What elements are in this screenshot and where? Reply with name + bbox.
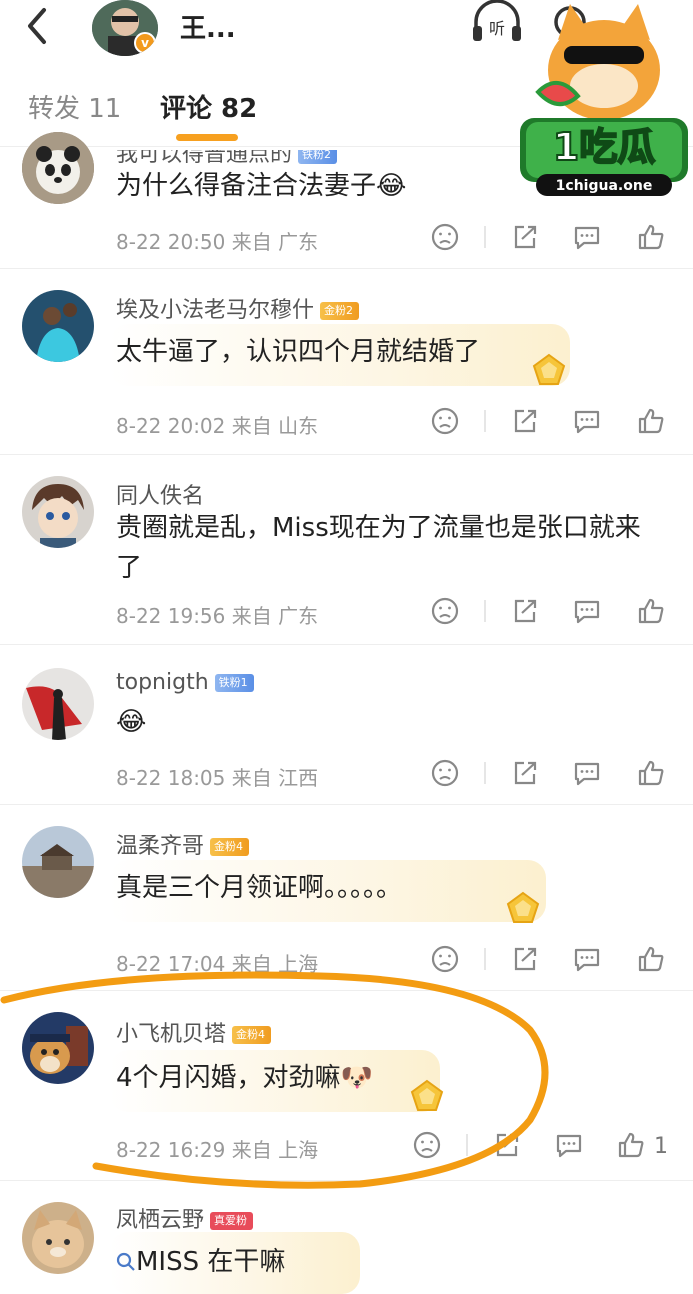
reply-icon[interactable] — [572, 222, 602, 252]
gem-icon — [506, 891, 540, 923]
listen-button[interactable]: 听 — [470, 0, 524, 44]
tab-comment[interactable]: 评论 82 — [160, 88, 257, 125]
fan-badge: 铁粉1 — [214, 674, 254, 692]
divider — [484, 410, 486, 432]
tab-repost[interactable]: 转发 11 — [28, 88, 121, 125]
reply-icon[interactable] — [572, 944, 602, 974]
share-icon[interactable] — [492, 1130, 522, 1160]
commenter-avatar[interactable] — [22, 826, 94, 898]
comment-item: 埃及小法老马尔穆什 金粉2 太牛逼了，认识四个月就结婚了 8-22 20:02 来… — [0, 268, 693, 455]
comment-item: topnigth 铁粉1 😂 8-22 18:05 来自 江西 — [0, 644, 693, 805]
anime-avatar-image — [22, 476, 94, 548]
comment-text: 贵圈就是乱，Miss现在为了流量也是张口就来了 — [116, 513, 641, 583]
gem-icon — [532, 353, 566, 385]
fan-badge: 真爱粉 — [210, 1212, 254, 1230]
chevron-left-icon — [28, 8, 46, 44]
commenter-name[interactable]: 温柔齐哥 金粉4 — [116, 828, 250, 860]
like-count: 1 — [654, 1134, 668, 1159]
comment-text: 太牛逼了，认识四个月就结婚了 — [116, 337, 481, 367]
like-icon[interactable] — [636, 596, 666, 626]
mascot-logo: 1吃瓜 1chigua.one — [520, 4, 688, 196]
figure-avatar-image — [22, 668, 94, 740]
commenter-name[interactable]: 同人佚名 — [116, 478, 204, 510]
dog-avatar-image — [22, 1012, 94, 1084]
commenter-name[interactable]: 小飞机贝塔 金粉4 — [116, 1016, 272, 1048]
comment-meta: 8-22 16:29 来自 上海 — [116, 1138, 319, 1162]
commenter-avatar[interactable] — [22, 132, 94, 204]
dislike-icon[interactable] — [412, 1130, 442, 1160]
comment-item: 温柔齐哥 金粉4 真是三个月领证啊。。。。。 8-22 17:04 来自 上海 — [0, 804, 693, 991]
author-name[interactable]: 王... — [180, 8, 236, 45]
like-icon[interactable] — [636, 758, 666, 788]
comment-text: MISS 在干嘛 — [136, 1247, 286, 1277]
commenter-name[interactable]: 凤栖云野 真爱粉 — [116, 1202, 254, 1234]
reply-icon[interactable] — [572, 596, 602, 626]
search-link[interactable]: MISS 在干嘛 — [116, 1242, 285, 1282]
comment-meta: 8-22 20:02 来自 山东 — [116, 414, 319, 438]
dislike-icon[interactable] — [430, 944, 460, 974]
reply-icon[interactable] — [572, 406, 602, 436]
dislike-icon[interactable] — [430, 406, 460, 436]
commenter-avatar[interactable] — [22, 476, 94, 548]
comment-meta: 8-22 19:56 来自 广东 — [116, 604, 319, 628]
share-icon[interactable] — [510, 758, 540, 788]
dislike-icon[interactable] — [430, 222, 460, 252]
commenter-avatar[interactable] — [22, 1012, 94, 1084]
comment-text: 真是三个月领证啊。。。。。 — [116, 873, 403, 903]
listen-label: 听 — [489, 19, 505, 38]
reply-icon[interactable] — [572, 758, 602, 788]
like-icon[interactable] — [636, 944, 666, 974]
commenter-avatar[interactable] — [22, 290, 94, 362]
comment-meta: 8-22 20:50 来自 广东 — [116, 230, 319, 254]
comment-item: 同人佚名 贵圈就是乱，Miss现在为了流量也是张口就来了 8-22 19:56 … — [0, 454, 693, 645]
like-icon[interactable] — [636, 406, 666, 436]
verified-badge: v — [134, 32, 156, 54]
author-avatar[interactable]: v — [92, 0, 158, 56]
share-icon[interactable] — [510, 596, 540, 626]
back-button[interactable] — [22, 6, 52, 53]
headphones-icon: 听 — [473, 0, 521, 41]
football-avatar-image — [22, 290, 94, 362]
watermark-logo: 1吃瓜 1chigua.one — [518, 0, 690, 210]
comment-item: 小飞机贝塔 金粉4 4个月闪婚，对劲嘛🐶 8-22 16:29 来自 上海 1 — [0, 990, 693, 1181]
divider — [484, 226, 486, 248]
search-icon — [116, 1252, 135, 1271]
commenter-avatar[interactable] — [22, 1202, 94, 1274]
gem-icon — [410, 1079, 444, 1111]
share-icon[interactable] — [510, 944, 540, 974]
comment-text: 😂 — [116, 707, 147, 737]
fan-badge: 金粉4 — [210, 838, 250, 856]
divider — [484, 600, 486, 622]
fan-badge: 金粉4 — [232, 1026, 272, 1044]
cat-avatar-image — [22, 1202, 94, 1274]
like-icon[interactable] — [636, 222, 666, 252]
comment-meta: 8-22 17:04 来自 上海 — [116, 952, 319, 976]
like-icon[interactable] — [616, 1130, 646, 1160]
commenter-name[interactable]: topnigth 铁粉1 — [116, 670, 254, 695]
watermark-url: 1chigua.one — [556, 178, 653, 194]
divider — [484, 762, 486, 784]
landscape-avatar-image — [22, 826, 94, 898]
commenter-avatar[interactable] — [22, 668, 94, 740]
divider — [484, 948, 486, 970]
fan-badge: 金粉2 — [320, 302, 360, 320]
dislike-icon[interactable] — [430, 758, 460, 788]
fan-badge: 铁粉2 — [298, 150, 338, 164]
commenter-name[interactable]: 埃及小法老马尔穆什 金粉2 — [116, 292, 360, 324]
reply-icon[interactable] — [554, 1130, 584, 1160]
dislike-icon[interactable] — [430, 596, 460, 626]
comment-item: 凤栖云野 真爱粉 MISS 在干嘛 — [0, 1180, 693, 1294]
comment-meta: 8-22 18:05 来自 江西 — [116, 766, 319, 790]
watermark-brand: 1吃瓜 — [553, 125, 655, 169]
comment-text: 4个月闪婚，对劲嘛🐶 — [116, 1063, 373, 1093]
share-icon[interactable] — [510, 222, 540, 252]
tab-active-indicator — [176, 134, 238, 141]
panda-avatar-image — [22, 132, 94, 204]
divider — [466, 1134, 468, 1156]
share-icon[interactable] — [510, 406, 540, 436]
